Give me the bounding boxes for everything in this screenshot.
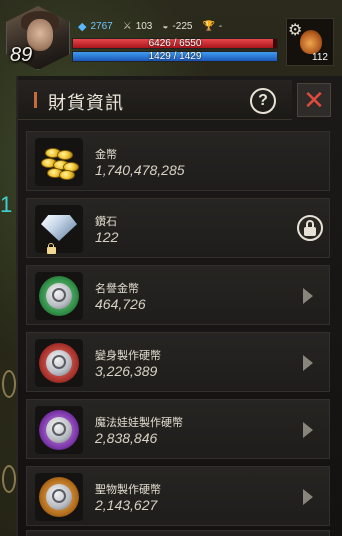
chevron-right-icon[interactable] (303, 288, 313, 304)
close-button[interactable]: ✕ (297, 83, 331, 117)
currency-value: 2,143,627 (95, 497, 158, 513)
currency-name: 魔法娃娃製作硬幣 (95, 417, 183, 429)
currency-row-gold[interactable]: 金幣 1,740,478,285 (26, 131, 330, 191)
coin (57, 150, 73, 160)
currency-name: 聖物製作硬幣 (95, 484, 161, 496)
currency-name: 變身製作硬幣 (95, 350, 161, 362)
header-accent (34, 92, 37, 108)
small-lock-icon (46, 243, 56, 254)
character-level: 89 (10, 44, 33, 66)
medal (39, 276, 79, 316)
background-ring (2, 370, 16, 398)
polymorph-coin-icon (35, 339, 83, 387)
sword-icon: ⚔ (122, 20, 132, 32)
diamond-icon (35, 205, 83, 254)
hp-bar: 6426 / 6550 (72, 38, 278, 49)
currency-value: 2,838,846 (95, 430, 158, 446)
chevron-right-icon[interactable] (303, 489, 313, 505)
currency-name: 金幣 (95, 149, 117, 161)
item-count: 112 (312, 52, 328, 63)
mp-text: 1429 / 1429 (148, 51, 202, 62)
currency-row-partial[interactable] (26, 530, 330, 536)
lock-icon[interactable] (297, 215, 323, 241)
background-text: 1 (0, 192, 13, 217)
currency-row-relic-coin[interactable]: 聖物製作硬幣 2,143,627 (26, 466, 330, 526)
medal (39, 477, 79, 517)
honor-coin-icon (35, 272, 83, 320)
currency-value: 464,726 (95, 296, 146, 312)
chevron-right-icon[interactable] (303, 422, 313, 438)
trophy-icon: 🏆 (202, 20, 215, 32)
gem-icon: ◆ (78, 20, 87, 33)
currency-row-polymorph-coin[interactable]: 變身製作硬幣 3,226,389 (26, 332, 330, 392)
potion-icon (300, 30, 322, 54)
player-hud: 89 ◆ 2767 ⚔ 103 ◒ -225 🏆 - 6426 / 6550 1… (0, 0, 342, 70)
defense-value: -225 (172, 20, 193, 32)
attack-value: 103 (135, 20, 153, 32)
panel-title: 財貨資訊 (48, 93, 124, 113)
currency-row-magic-doll-coin[interactable]: 魔法娃娃製作硬幣 2,838,846 (26, 399, 330, 459)
trophy-value: - (218, 20, 223, 32)
chevron-right-icon[interactable] (303, 355, 313, 371)
currency-name: 鑽石 (95, 216, 117, 228)
background-ring (2, 465, 16, 493)
currency-row-honor-coin[interactable]: 名譽金幣 464,726 (26, 265, 330, 325)
currency-row-diamond[interactable]: 鑽石 122 (26, 198, 330, 258)
magic-doll-coin-icon (35, 406, 83, 454)
help-button[interactable]: ? (250, 88, 276, 114)
gem-value: 2767 (90, 20, 113, 32)
gold-coins-icon (35, 138, 83, 186)
relic-coin-icon (35, 473, 83, 521)
currency-value: 1,740,478,285 (95, 162, 185, 178)
currency-name: 名譽金幣 (95, 283, 139, 295)
medal (39, 343, 79, 383)
coin-pile (39, 144, 79, 180)
hp-text: 6426 / 6550 (148, 38, 202, 49)
medal (39, 410, 79, 450)
stats-row: ◆ 2767 ⚔ 103 ◒ -225 🏆 - (78, 18, 222, 34)
currency-value: 122 (95, 229, 119, 245)
coin (59, 170, 75, 180)
currency-value: 3,226,389 (95, 363, 158, 379)
mp-bar: 1429 / 1429 (72, 51, 278, 62)
helmet-icon: ◒ (162, 20, 169, 32)
